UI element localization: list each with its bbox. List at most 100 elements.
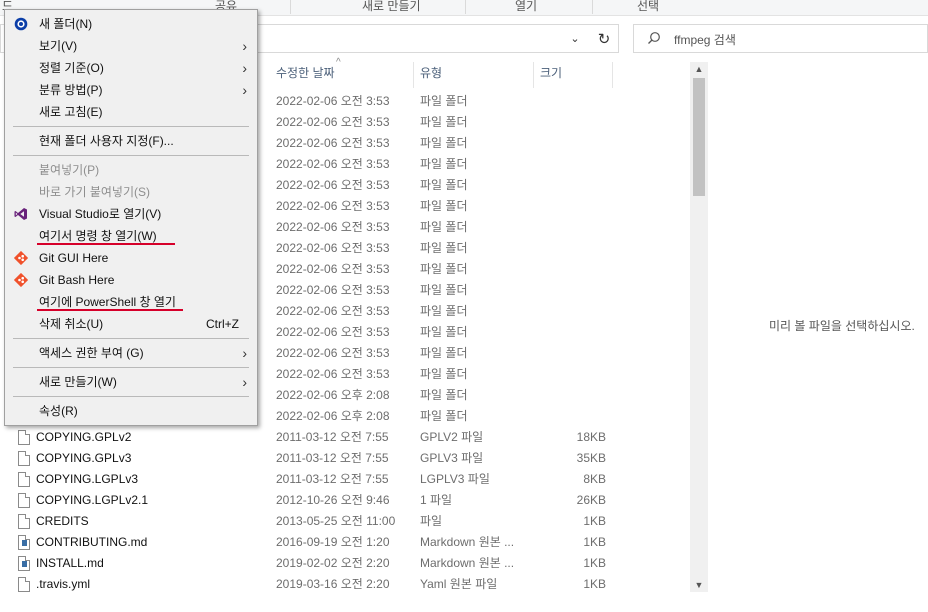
file-row[interactable]: CREDITS 2013-05-25 오전 11:00 파일 1KB	[0, 511, 690, 532]
menu-item-label: 바로 가기 붙여넣기(S)	[39, 185, 150, 199]
menu-item-paste-shortcut: 바로 가기 붙여넣기(S)	[5, 181, 257, 203]
menu-item-git-gui[interactable]: Git GUI Here	[5, 247, 257, 269]
file-list-scrollbar[interactable]: ▲ ▼	[690, 62, 708, 592]
ribbon-tab-open[interactable]: 열기	[515, 0, 537, 12]
file-row[interactable]: COPYING.GPLv3 2011-03-12 오전 7:55 GPLV3 파…	[0, 448, 690, 469]
menu-item-customize-folder[interactable]: 현재 폴더 사용자 지정(F)...	[5, 130, 257, 152]
highlight-underline	[37, 309, 183, 311]
file-date: 2022-02-06 오전 3:53	[276, 367, 390, 381]
scroll-down-icon[interactable]: ▼	[690, 578, 708, 592]
menu-item-give-access[interactable]: 액세스 권한 부여 (G) ›	[5, 342, 257, 364]
git-icon	[14, 251, 28, 265]
file-row[interactable]: CONTRIBUTING.md 2016-09-19 오전 1:20 Markd…	[0, 532, 690, 553]
file-type: 파일 폴더	[420, 94, 468, 108]
file-date: 2011-03-12 오전 7:55	[276, 430, 389, 444]
menu-item-label: 속성(R)	[39, 404, 78, 418]
ribbon-tab-new[interactable]: 새로 만들기	[362, 0, 421, 12]
context-menu: 새 폴더(N) 보기(V) › 정렬 기준(O) › 분류 방법(P) › 새로…	[4, 9, 258, 426]
file-size: 1KB	[583, 577, 606, 591]
menu-item-sort-by[interactable]: 정렬 기준(O) ›	[5, 57, 257, 79]
menu-item-refresh[interactable]: 새로 고침(E)	[5, 101, 257, 123]
file-row[interactable]: .travis.yml 2019-03-16 오전 2:20 Yaml 원본 파…	[0, 574, 690, 595]
submenu-arrow-icon: ›	[242, 374, 247, 390]
file-name: COPYING.GPLv2	[36, 430, 132, 444]
menu-item-git-bash[interactable]: Git Bash Here	[5, 269, 257, 291]
menu-separator	[13, 396, 249, 397]
menu-item-label: 보기(V)	[39, 39, 78, 53]
file-type: 파일 폴더	[420, 346, 468, 360]
search-input[interactable]: ffmpeg 검색	[674, 31, 736, 48]
file-type: 파일 폴더	[420, 262, 468, 276]
menu-separator	[13, 155, 249, 156]
file-name: COPYING.GPLv3	[36, 451, 132, 465]
visual-studio-icon	[14, 208, 27, 220]
menu-item-label: 붙여넣기(P)	[39, 163, 100, 177]
menu-item-label: 현재 폴더 사용자 지정(F)...	[39, 134, 174, 148]
menu-item-view[interactable]: 보기(V) ›	[5, 35, 257, 57]
file-date: 2022-02-06 오전 3:53	[276, 136, 390, 150]
file-date: 2022-02-06 오전 3:53	[276, 346, 390, 360]
file-date: 2022-02-06 오후 2:08	[276, 409, 390, 423]
file-name: CREDITS	[36, 514, 89, 528]
file-type: 파일 폴더	[420, 136, 468, 150]
column-header-date[interactable]: 수정한 날짜	[270, 62, 335, 84]
menu-item-label: 분류 방법(P)	[39, 83, 103, 97]
file-date: 2011-03-12 오전 7:55	[276, 451, 389, 465]
menu-item-open-visual-studio[interactable]: Visual Studio로 열기(V)	[5, 203, 257, 225]
file-date: 2022-02-06 오전 3:53	[276, 157, 390, 171]
menu-item-group-by[interactable]: 분류 방법(P) ›	[5, 79, 257, 101]
menu-item-label: 새로 만들기(W)	[39, 375, 117, 389]
scroll-up-icon[interactable]: ▲	[690, 62, 708, 76]
file-name: CONTRIBUTING.md	[36, 535, 148, 549]
address-dropdown-icon[interactable]: ⌄	[567, 32, 583, 46]
refresh-icon[interactable]: ↻	[594, 30, 614, 48]
file-date: 2012-10-26 오전 9:46	[276, 493, 390, 507]
file-row[interactable]: INSTALL.md 2019-02-02 오전 2:20 Markdown 원…	[0, 553, 690, 574]
menu-item-label: Visual Studio로 열기(V)	[39, 207, 162, 221]
file-row[interactable]: COPYING.GPLv2 2011-03-12 오전 7:55 GPLV2 파…	[0, 427, 690, 448]
file-date: 2019-02-02 오전 2:20	[276, 556, 390, 570]
file-row[interactable]: COPYING.LGPLv3 2011-03-12 오전 7:55 LGPLV3…	[0, 469, 690, 490]
file-type: 파일	[420, 514, 443, 528]
file-size: 8KB	[583, 472, 606, 486]
search-box[interactable]: ffmpeg 검색	[633, 24, 928, 53]
submenu-arrow-icon: ›	[242, 38, 247, 54]
file-date: 2011-03-12 오전 7:55	[276, 472, 389, 486]
file-date: 2022-02-06 오전 3:53	[276, 178, 390, 192]
scroll-thumb[interactable]	[693, 78, 705, 196]
menu-separator	[13, 367, 249, 368]
column-header-size[interactable]: 크기	[534, 62, 562, 84]
file-type: 파일 폴더	[420, 388, 468, 402]
menu-item-properties[interactable]: 속성(R)	[5, 400, 257, 422]
file-type: Markdown 원본 ...	[420, 556, 515, 570]
column-header-type[interactable]: 유형	[414, 62, 442, 84]
file-date: 2013-05-25 오전 11:00	[276, 514, 396, 528]
menu-item-undo-delete[interactable]: 삭제 취소(U) Ctrl+Z	[5, 313, 257, 335]
file-type: 파일 폴더	[420, 178, 468, 192]
file-type: LGPLV3 파일	[420, 472, 490, 486]
file-date: 2022-02-06 오전 3:53	[276, 199, 390, 213]
yaml-file-icon	[18, 577, 30, 592]
ribbon-tab-select[interactable]: 선택	[637, 0, 659, 12]
file-type: GPLV2 파일	[420, 430, 484, 444]
file-row[interactable]: COPYING.LGPLv2.1 2012-10-26 오전 9:46 1 파일…	[0, 490, 690, 511]
file-date: 2016-09-19 오전 1:20	[276, 535, 390, 549]
file-name: .travis.yml	[36, 577, 90, 591]
markdown-file-icon	[18, 535, 30, 550]
file-name: INSTALL.md	[36, 556, 104, 570]
file-type: 파일 폴더	[420, 304, 468, 318]
menu-item-label: 새로 고침(E)	[39, 105, 103, 119]
file-date: 2022-02-06 오전 3:53	[276, 220, 390, 234]
file-date: 2022-02-06 오전 3:53	[276, 241, 390, 255]
search-icon	[648, 32, 660, 44]
menu-item-paste: 붙여넣기(P)	[5, 159, 257, 181]
file-date: 2022-02-06 오전 3:53	[276, 262, 390, 276]
file-size: 26KB	[576, 493, 606, 507]
file-name: COPYING.LGPLv3	[36, 472, 139, 486]
menu-separator	[13, 126, 249, 127]
file-type: 파일 폴더	[420, 220, 468, 234]
file-type: Markdown 원본 ...	[420, 535, 515, 549]
menu-item-new-folder[interactable]: 새 폴더(N)	[5, 13, 257, 35]
menu-item-new[interactable]: 새로 만들기(W) ›	[5, 371, 257, 393]
markdown-file-icon	[18, 556, 30, 571]
